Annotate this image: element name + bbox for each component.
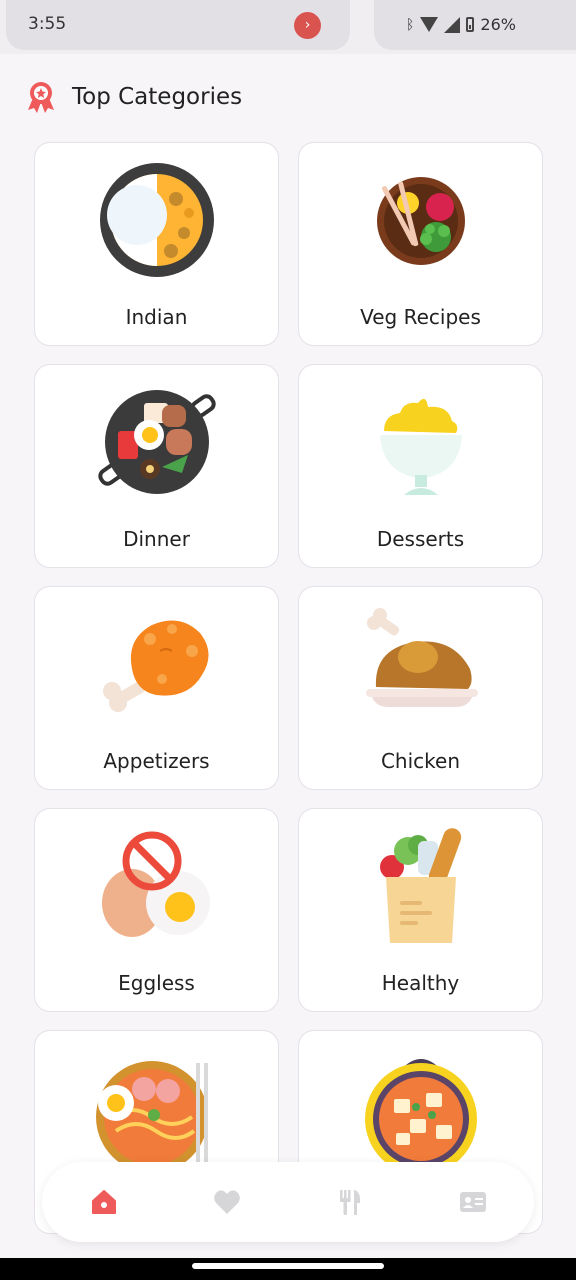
dessert-cup-icon (379, 398, 462, 495)
category-label: Eggless (118, 971, 195, 995)
category-label: Dinner (123, 527, 190, 551)
status-bar: 3:55 › ᛒ 26% (0, 0, 576, 54)
wifi-icon (420, 17, 439, 32)
battery-icon (466, 17, 475, 32)
home-gesture-bar[interactable] (192, 1263, 384, 1269)
category-card-eggless[interactable]: Eggless (34, 808, 279, 1012)
curry-pot-icon (364, 1059, 477, 1173)
eggless-icon (101, 831, 210, 937)
category-label: Appetizers (103, 749, 210, 773)
status-time: 3:55 (28, 14, 67, 34)
status-icons: ᛒ 26% (406, 15, 516, 34)
award-badge-icon (28, 82, 54, 113)
grocery-bag-icon (379, 828, 461, 943)
system-navigation-bar (0, 1258, 576, 1280)
category-label: Veg Recipes (360, 305, 481, 329)
battery-percent: 26% (480, 15, 516, 34)
fork-knife-icon (339, 1190, 360, 1215)
nav-favorites[interactable] (197, 1172, 257, 1232)
veg-bowl-icon (376, 177, 465, 265)
section-header: Top Categories (24, 80, 242, 114)
screen-record-icon[interactable]: › (294, 12, 321, 39)
category-card-healthy[interactable]: Healthy (298, 808, 543, 1012)
category-card-desserts[interactable]: Desserts (298, 364, 543, 568)
category-card-veg-recipes[interactable]: Veg Recipes (298, 142, 543, 346)
category-label: Indian (125, 305, 188, 329)
home-icon (91, 1190, 116, 1214)
category-card-chicken[interactable]: Chicken (298, 586, 543, 790)
nav-profile[interactable] (443, 1172, 503, 1232)
signal-icon (444, 16, 461, 33)
heart-icon (213, 1190, 240, 1214)
nav-recipes[interactable] (320, 1172, 380, 1232)
category-label: Chicken (380, 749, 461, 773)
page-title: Top Categories (72, 84, 243, 110)
profile-card-icon (459, 1192, 486, 1212)
category-card-dinner[interactable]: Dinner (34, 364, 279, 568)
category-label: Desserts (376, 527, 465, 551)
fried-chicken-icon (102, 620, 209, 712)
category-label: Healthy (381, 971, 460, 995)
category-card-indian[interactable]: Indian (34, 142, 279, 346)
nav-home[interactable] (74, 1172, 134, 1232)
noodle-bowl-icon (95, 1061, 208, 1173)
dinner-pan-icon (97, 390, 216, 494)
roast-chicken-icon (365, 608, 478, 707)
bluetooth-vibrate-icon: ᛒ (406, 16, 415, 33)
bottom-navigation (42, 1162, 534, 1242)
category-card-appetizers[interactable]: Appetizers (34, 586, 279, 790)
category-grid: Indian Veg Recipes Dinner Desserts Appet… (34, 142, 543, 1234)
indian-food-icon (99, 163, 214, 277)
